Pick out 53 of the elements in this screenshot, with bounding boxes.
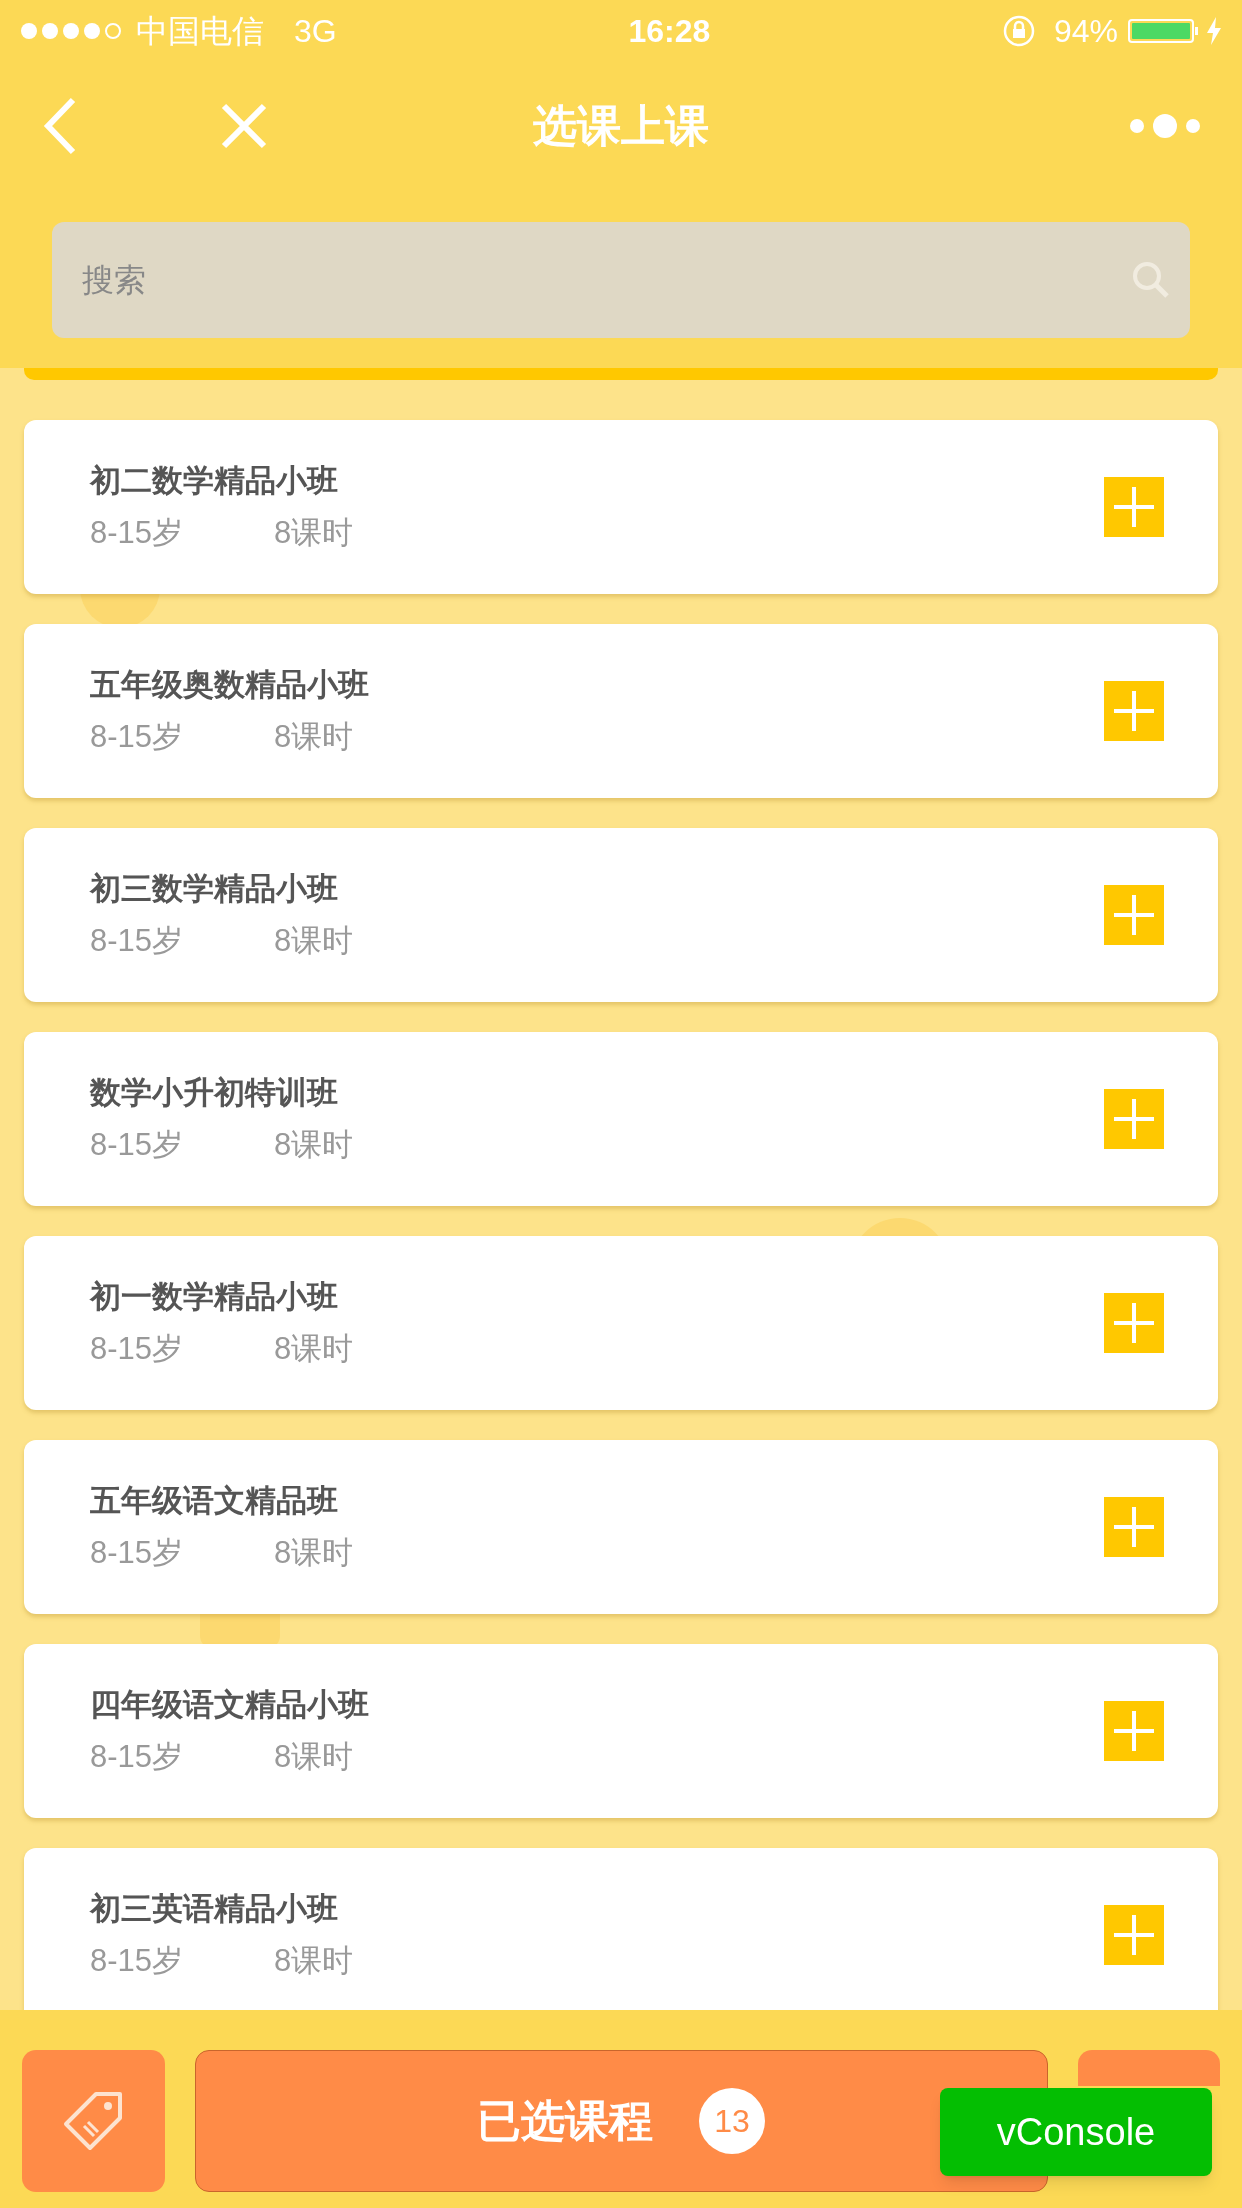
network-text: 3G (294, 12, 337, 51)
age-range-text: 8-15岁 (90, 514, 185, 552)
battery-text: 94% (1053, 12, 1118, 51)
course-title: 四年级语文精品小班 (90, 1685, 370, 1724)
course-title: 数学小升初特训班 (90, 1073, 339, 1112)
add-button[interactable] (1104, 1905, 1164, 1965)
clock-text: 16:28 (628, 12, 711, 51)
add-button[interactable] (1104, 681, 1164, 741)
course-card[interactable]: 四年级语文精品小班 8-15岁 8课时 (24, 1644, 1218, 1818)
course-title: 初三英语精品小班 (90, 1889, 339, 1928)
course-card[interactable]: 数学小升初特训班 8-15岁 8课时 (24, 1032, 1218, 1206)
course-card[interactable]: 五年级奥数精品小班 8-15岁 8课时 (24, 624, 1218, 798)
rotation-lock-icon (1001, 14, 1036, 48)
age-range-text: 8-15岁 (90, 1330, 185, 1368)
course-title: 初三数学精品小班 (90, 869, 339, 908)
charging-icon (1206, 17, 1222, 45)
add-button[interactable] (1104, 885, 1164, 945)
lesson-hours-text: 8课时 (274, 718, 354, 756)
course-card[interactable]: 初二数学精品小班 8-15岁 8课时 (24, 420, 1218, 594)
age-range-text: 8-15岁 (90, 1942, 185, 1980)
count-badge: 13 (699, 2088, 765, 2154)
lesson-hours-text: 8课时 (274, 1330, 354, 1368)
lesson-hours-text: 8课时 (274, 922, 354, 960)
course-title: 初二数学精品小班 (90, 461, 339, 500)
age-range-text: 8-15岁 (90, 1738, 185, 1776)
course-card[interactable]: 初三英语精品小班 8-15岁 8课时 (24, 1848, 1218, 2010)
age-range-text: 8-15岁 (90, 1126, 185, 1164)
age-range-text: 8-15岁 (90, 718, 185, 756)
add-button[interactable] (1104, 1089, 1164, 1149)
lesson-hours-text: 8课时 (274, 1126, 354, 1164)
course-title: 五年级语文精品班 (90, 1481, 339, 1520)
course-title: 五年级奥数精品小班 (90, 665, 370, 704)
add-button[interactable] (1104, 1701, 1164, 1761)
age-range-text: 8-15岁 (90, 1534, 185, 1572)
action-button[interactable] (1077, 2050, 1220, 2086)
age-range-text: 8-15岁 (90, 922, 185, 960)
add-button[interactable] (1104, 1293, 1164, 1353)
page-title: 选课上课 (533, 100, 709, 152)
search-field[interactable]: 搜索 (52, 222, 1190, 338)
add-button[interactable] (1104, 477, 1164, 537)
search-icon (1132, 261, 1170, 299)
lesson-hours-text: 8课时 (274, 514, 354, 552)
add-button[interactable] (1104, 1497, 1164, 1557)
carrier-text: 中国电信 (136, 12, 264, 51)
course-card[interactable]: 初三数学精品小班 8-15岁 8课时 (24, 828, 1218, 1002)
close-button[interactable] (220, 102, 268, 150)
coupon-button[interactable] (22, 2050, 165, 2192)
lesson-hours-text: 8课时 (274, 1942, 354, 1980)
lesson-hours-text: 8课时 (274, 1534, 354, 1572)
lesson-hours-text: 8课时 (274, 1738, 354, 1776)
course-card[interactable]: 初一数学精品小班 8-15岁 8课时 (24, 1236, 1218, 1410)
course-card[interactable]: 五年级语文精品班 8-15岁 8课时 (24, 1440, 1218, 1614)
course-title: 初一数学精品小班 (90, 1277, 339, 1316)
